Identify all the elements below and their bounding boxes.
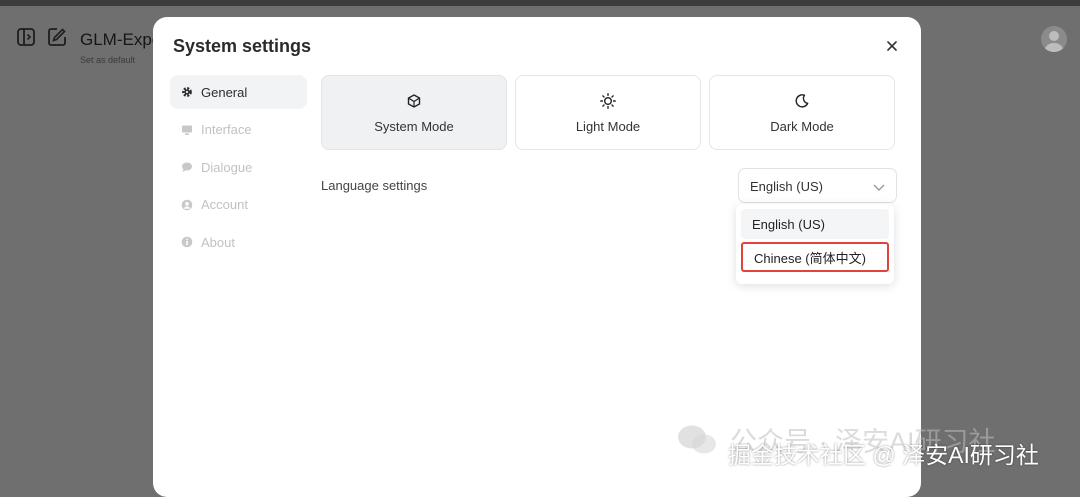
language-select[interactable]: English (US) — [738, 168, 897, 203]
wechat-icon — [678, 425, 716, 454]
sun-icon — [600, 93, 616, 109]
mode-label: Dark Mode — [770, 119, 834, 134]
language-dropdown: English (US) Chinese (简体中文) — [736, 204, 894, 284]
close-button[interactable] — [881, 35, 903, 57]
dialog-title: System settings — [173, 36, 312, 56]
info-icon — [181, 237, 193, 248]
dark-mode-card[interactable]: Dark Mode — [709, 75, 895, 150]
chat-bubble-icon — [182, 162, 192, 173]
app-title[interactable]: GLM-Expe — [80, 30, 161, 50]
language-select-value: English (US) — [750, 179, 823, 194]
monitor-icon — [182, 125, 192, 135]
system-mode-icon — [407, 94, 421, 108]
sidebar-toggle-icon[interactable] — [15, 26, 37, 48]
language-settings-label: Language settings — [321, 178, 428, 193]
app-subtitle[interactable]: Set as default — [80, 55, 135, 65]
language-option-chinese[interactable]: Chinese (简体中文) — [741, 242, 889, 272]
user-icon — [181, 199, 193, 211]
moon-icon — [795, 94, 809, 108]
new-chat-icon[interactable] — [46, 26, 68, 48]
nav-item-dialogue[interactable]: Dialogue — [170, 150, 307, 184]
nav-label: About — [201, 234, 235, 250]
language-option-english[interactable]: English (US) — [741, 209, 889, 239]
watermark-text: 掘金技术社区 @ 泽安AI研习社 — [728, 442, 1039, 468]
close-icon[interactable] — [886, 40, 898, 52]
nav-item-about[interactable]: About — [170, 225, 307, 259]
system-mode-card[interactable]: System Mode — [321, 75, 507, 150]
nav-item-interface[interactable]: Interface — [170, 113, 307, 147]
avatar-icon[interactable] — [1041, 26, 1067, 52]
chevron-down-icon — [873, 184, 885, 191]
nav-label: General — [201, 84, 248, 100]
mode-label: Light Mode — [575, 119, 641, 134]
nav-label: Interface — [201, 122, 252, 138]
light-mode-card[interactable]: Light Mode — [515, 75, 701, 150]
nav-item-account[interactable]: Account — [170, 188, 307, 222]
nav-item-general[interactable]: General — [170, 75, 307, 109]
mode-label: System Mode — [374, 119, 454, 134]
settings-nav: General Interface Dialogue Account About — [170, 75, 307, 263]
nav-label: Account — [201, 197, 248, 213]
nav-label: Dialogue — [201, 159, 253, 175]
gear-icon — [182, 87, 192, 97]
